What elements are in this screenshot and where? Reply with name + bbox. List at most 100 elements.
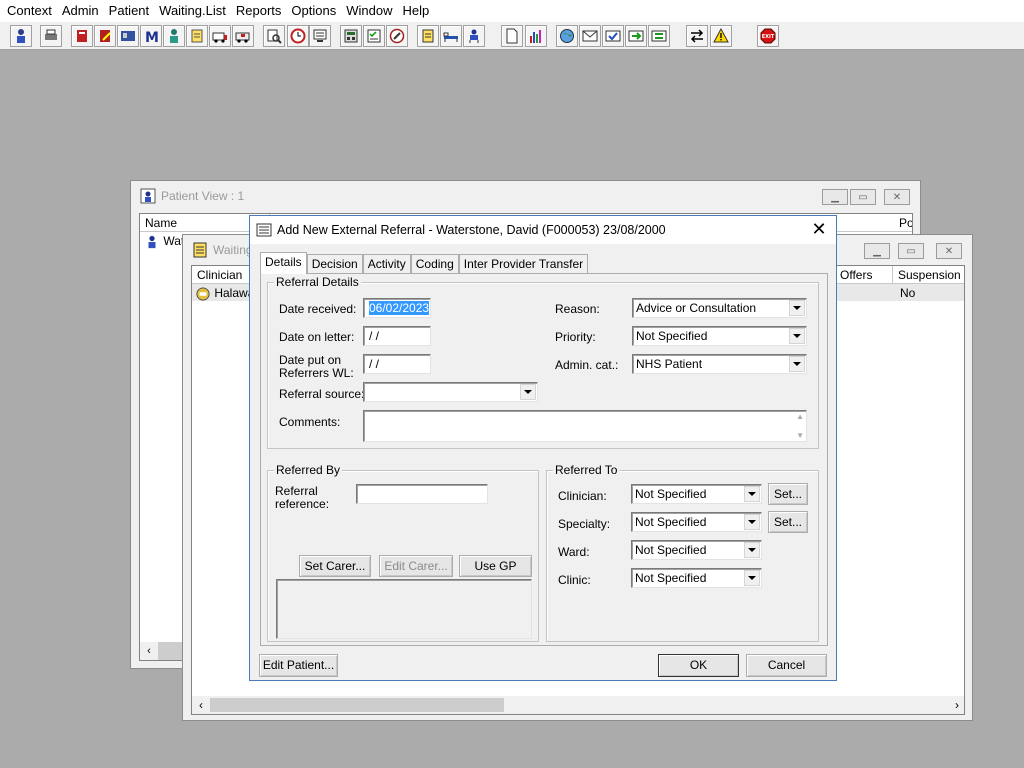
clinic-label: Clinic: [558, 573, 591, 587]
ward-select[interactable]: Not Specified [631, 540, 762, 560]
envelope-check-icon[interactable] [602, 25, 624, 47]
search-doc-icon[interactable] [263, 25, 285, 47]
patient-view-titlebar[interactable]: Patient View : 1 [131, 181, 920, 211]
doctor-icon[interactable] [163, 25, 185, 47]
horizontal-scrollbar[interactable]: ‹ › [192, 696, 964, 714]
monitor-icon[interactable] [309, 25, 331, 47]
menu-admin[interactable]: Admin [57, 0, 104, 22]
edit-patient-button[interactable]: Edit Patient... [259, 654, 338, 677]
document-icon[interactable] [501, 25, 523, 47]
scroll-up-icon: ▲ [796, 412, 804, 421]
tab-details[interactable]: Details [260, 252, 307, 274]
svg-text:M: M [145, 30, 159, 44]
column-header-po[interactable]: Po [894, 214, 912, 232]
list-check-icon[interactable] [363, 25, 385, 47]
m-letter-icon[interactable]: M [140, 25, 162, 47]
clipboard-icon[interactable] [417, 25, 439, 47]
toolbar: M EXIT [0, 22, 1024, 50]
date-put-on-wl-field[interactable]: / / [363, 354, 431, 374]
date-on-letter-field[interactable]: / / [363, 326, 431, 346]
chair-icon[interactable] [463, 25, 485, 47]
patient-icon [144, 235, 160, 249]
comments-field[interactable]: ▲ ▼ [363, 410, 807, 442]
reason-label: Reason: [555, 302, 600, 316]
calculator-icon[interactable] [340, 25, 362, 47]
bar-chart-icon[interactable] [525, 25, 547, 47]
id-card-icon[interactable] [117, 25, 139, 47]
date-received-field[interactable]: 06/02/2023 [363, 298, 431, 318]
set-specialty-button[interactable]: Set... [768, 511, 808, 533]
admin-cat-select[interactable]: NHS Patient [632, 354, 807, 374]
patient-view-title: Patient View : 1 [161, 189, 245, 203]
reason-value: Advice or Consultation [636, 301, 757, 315]
specialty-select[interactable]: Not Specified [631, 512, 762, 532]
minimize-button[interactable]: ▁ [864, 243, 890, 259]
chevron-down-icon[interactable] [744, 542, 760, 558]
scroll-left-button[interactable]: ‹ [140, 642, 158, 660]
swap-icon[interactable] [686, 25, 708, 47]
maximize-button[interactable]: ▭ [898, 243, 924, 259]
menu-window[interactable]: Window [341, 0, 397, 22]
menu-waiting-list[interactable]: Waiting.List [154, 0, 231, 22]
menu-reports[interactable]: Reports [231, 0, 287, 22]
tab-activity[interactable]: Activity [362, 254, 411, 274]
maximize-button[interactable]: ▭ [850, 189, 876, 205]
set-carer-button[interactable]: Set Carer... [299, 555, 371, 577]
van-icon[interactable] [232, 25, 254, 47]
arrows-refresh-icon[interactable] [648, 25, 670, 47]
priority-select[interactable]: Not Specified [632, 326, 807, 346]
edit-carer-button[interactable]: Edit Carer... [379, 555, 453, 577]
use-gp-button[interactable]: Use GP [459, 555, 532, 577]
notepad-icon[interactable] [186, 25, 208, 47]
scroll-right-button[interactable]: › [948, 696, 964, 714]
cancel-button[interactable]: Cancel [746, 654, 827, 677]
dialog-titlebar[interactable]: Add New External Referral - Waterstone, … [250, 216, 836, 244]
referral-reference-field[interactable] [356, 484, 488, 504]
tab-coding[interactable]: Coding [410, 254, 459, 274]
clinician-value: Not Specified [635, 487, 707, 501]
menu-help[interactable]: Help [397, 0, 434, 22]
referral-source-select[interactable] [363, 382, 538, 402]
envelope-icon[interactable] [579, 25, 601, 47]
ambulance-icon[interactable] [209, 25, 231, 47]
chevron-down-icon[interactable] [744, 514, 760, 530]
referrers-wl-label: Referrers WL: [279, 366, 354, 380]
phone-icon[interactable] [386, 25, 408, 47]
printer-icon[interactable] [40, 25, 62, 47]
minimize-button[interactable]: ▁ [822, 189, 848, 205]
reason-select[interactable]: Advice or Consultation [632, 298, 807, 318]
warning-icon[interactable] [710, 25, 732, 47]
chevron-down-icon[interactable] [789, 356, 805, 372]
chevron-down-icon[interactable] [744, 570, 760, 586]
arrows-icon[interactable] [625, 25, 647, 47]
close-button[interactable]: ✕ [936, 243, 962, 259]
chevron-down-icon[interactable] [789, 300, 805, 316]
table-row-clinician: Halawa [195, 284, 254, 302]
column-header-clinician[interactable]: Clinician [192, 266, 254, 284]
clinician-select[interactable]: Not Specified [631, 484, 762, 504]
scrollbar-thumb[interactable] [210, 698, 504, 712]
bed-icon[interactable] [440, 25, 462, 47]
column-header-suspension[interactable]: Suspension Pe [893, 266, 964, 284]
chevron-down-icon[interactable] [520, 384, 536, 400]
tab-inter-provider-transfer[interactable]: Inter Provider Transfer [458, 254, 589, 274]
clock-icon[interactable] [287, 25, 309, 47]
close-button[interactable]: ✕ [884, 189, 910, 205]
close-icon[interactable]: ✕ [810, 220, 828, 238]
menu-options[interactable]: Options [286, 0, 341, 22]
scroll-left-button[interactable]: ‹ [192, 696, 210, 714]
column-header-offers[interactable]: Offers [835, 266, 893, 284]
chevron-down-icon[interactable] [789, 328, 805, 344]
set-clinician-button[interactable]: Set... [768, 483, 808, 505]
menu-context[interactable]: Context [2, 0, 57, 22]
exit-icon[interactable]: EXIT [757, 25, 779, 47]
chevron-down-icon[interactable] [744, 486, 760, 502]
person-icon[interactable] [10, 25, 32, 47]
book-icon[interactable] [71, 25, 93, 47]
clinic-select[interactable]: Not Specified [631, 568, 762, 588]
menu-patient[interactable]: Patient [104, 0, 154, 22]
book-edit-icon[interactable] [94, 25, 116, 47]
globe-icon[interactable] [556, 25, 578, 47]
tab-decision[interactable]: Decision [306, 254, 363, 274]
ok-button[interactable]: OK [658, 654, 739, 677]
